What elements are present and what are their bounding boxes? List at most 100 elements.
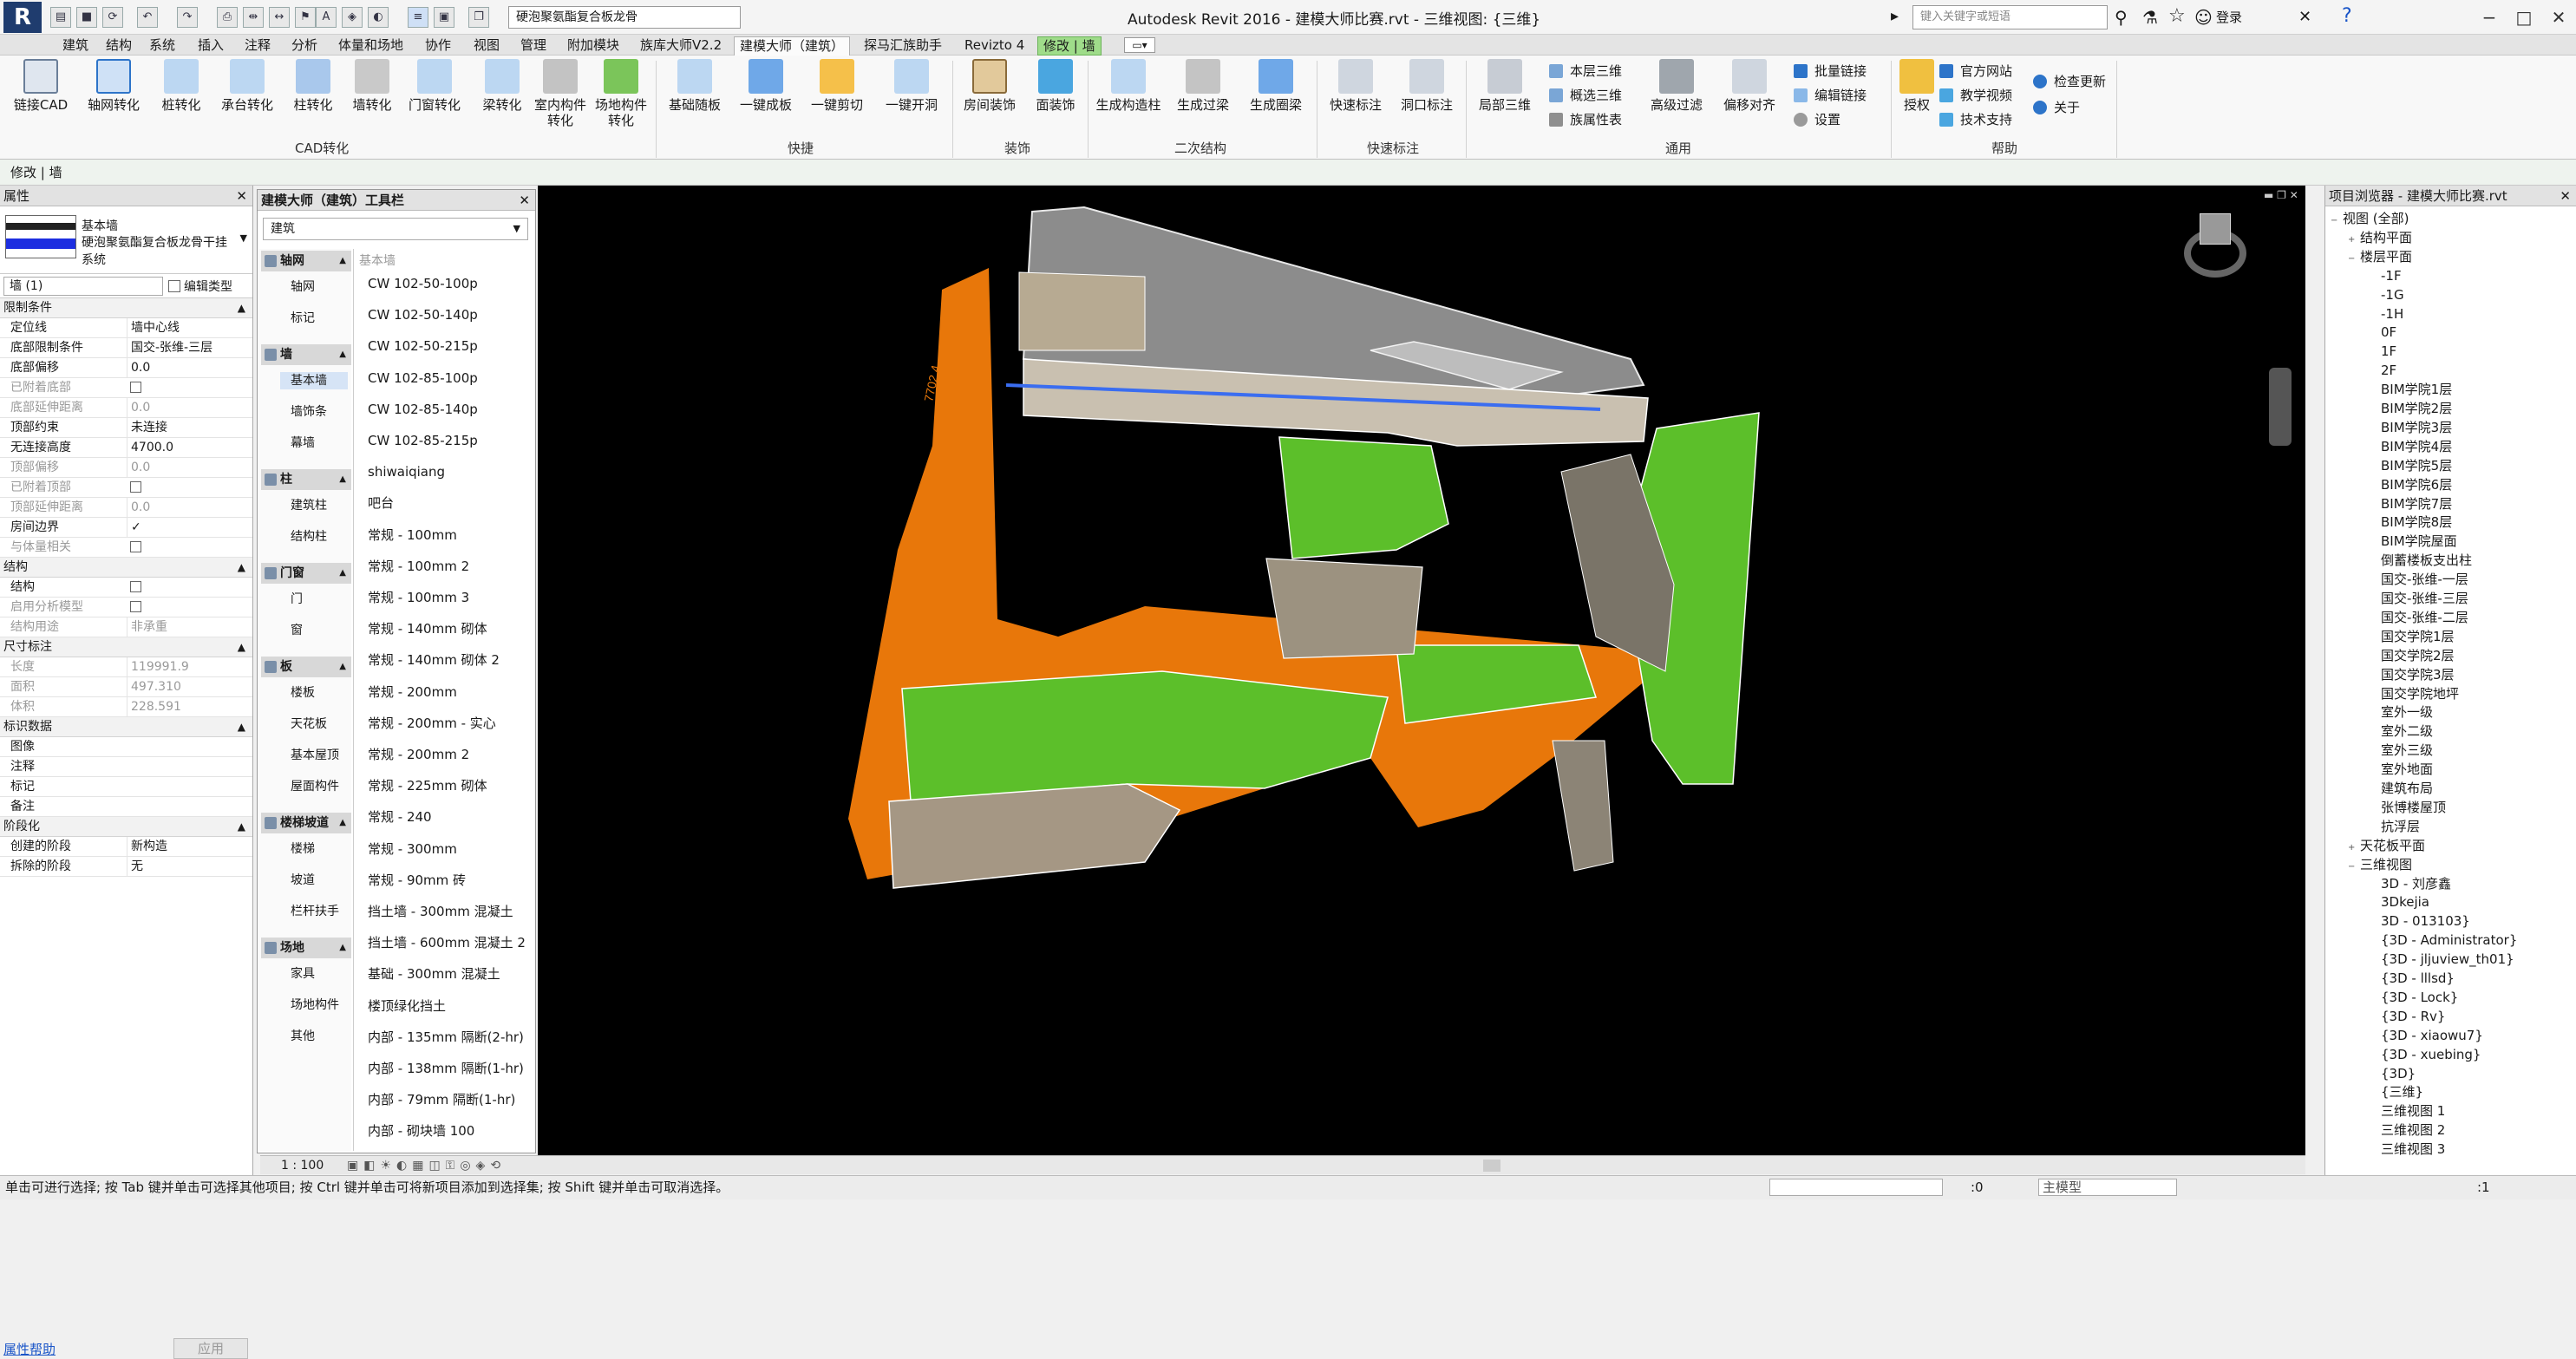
collapse-icon[interactable]: ▲ [339, 938, 346, 958]
checkbox[interactable] [130, 581, 141, 592]
category-item[interactable]: 场地构件 [291, 996, 339, 1014]
wall-type-item[interactable]: CW 102-85-140p [368, 401, 478, 418]
navigation-bar[interactable] [2269, 368, 2292, 446]
browser-item[interactable]: 3Dkejia [2381, 893, 2429, 911]
property-value[interactable]: 未连接 [127, 418, 248, 437]
wall-type-item[interactable]: 常规 - 140mm 砌体 2 [368, 651, 500, 669]
tab-systems[interactable]: 系统 [144, 36, 180, 56]
view-window-controls-icon[interactable]: ▬ ❐ ✕ [2264, 189, 2298, 201]
collapse-icon[interactable]: ▲ [339, 251, 346, 271]
about-button[interactable]: 关于 [2033, 99, 2080, 116]
collapse-icon[interactable]: − [2348, 251, 2357, 268]
undo-icon[interactable]: ↶ [137, 7, 158, 28]
tab-family-library[interactable]: 族库大师V2.2 [635, 36, 727, 56]
browser-item[interactable]: {3D} [2381, 1065, 2416, 1082]
properties-help-link[interactable]: 属性帮助 [3, 1340, 56, 1358]
face-decor-button[interactable]: 面装饰 [1022, 59, 1089, 113]
user-icon[interactable]: ☺ [2194, 7, 2213, 28]
category-item[interactable]: 屋面构件 [291, 778, 339, 795]
wall-type-item[interactable]: CW 102-50-140p [368, 306, 478, 323]
wall-type-item[interactable]: 楼顶绿化挡土 [368, 997, 446, 1015]
wall-type-item[interactable]: 常规 - 100mm 3 [368, 589, 469, 606]
open-icon[interactable]: ▤ [50, 7, 71, 28]
foundation-slab-button[interactable]: 基础随板 [661, 59, 729, 113]
browser-item[interactable]: BIM学院2层 [2381, 400, 2452, 417]
browser-item[interactable]: {3D - Rv} [2381, 1008, 2445, 1025]
search-input[interactable]: 键入关键字或短语 [1912, 5, 2108, 29]
property-group-header[interactable]: 尺寸标注 ▲ [0, 637, 252, 657]
checkbox[interactable] [130, 601, 141, 612]
license-button[interactable]: 授权 [1894, 59, 1939, 113]
wall-type-item[interactable]: 常规 - 200mm 2 [368, 746, 469, 763]
tab-modeling-master[interactable]: 建模大师（建筑） [734, 36, 851, 56]
apply-button[interactable]: 应用 [173, 1338, 248, 1359]
pile-convert-button[interactable]: 桩转化 [147, 59, 215, 113]
collapse-icon[interactable]: ▲ [238, 558, 245, 577]
browser-node-structural-plans[interactable]: + 结构平面 [2348, 229, 2412, 249]
view-control-icons[interactable]: ▣◧☀◐▦◫⚿◎◈⟲ [347, 1156, 506, 1175]
grid-convert-button[interactable]: 轴网转化 [80, 59, 147, 113]
section-icon[interactable]: ◐ [368, 7, 389, 28]
subscription-icon[interactable]: ⚗ [2142, 7, 2158, 28]
3d-viewport[interactable]: 7702.4 ▬ ❐ ✕ [538, 186, 2305, 1155]
close-icon[interactable]: ✕ [2560, 186, 2571, 206]
property-value[interactable]: 新构造 [127, 837, 248, 856]
text-icon[interactable]: A [316, 7, 337, 28]
wall-type-item[interactable]: 常规 - 240 [368, 808, 432, 826]
official-site-button[interactable]: 官方网站 [1939, 62, 2012, 80]
category-item[interactable]: 楼梯 [291, 840, 315, 858]
browser-item[interactable]: BIM学院7层 [2381, 495, 2452, 513]
category-item[interactable]: 基本墙 [280, 372, 348, 389]
collapse-icon[interactable]: − [2348, 859, 2357, 876]
expand-icon[interactable]: + [2348, 840, 2357, 857]
workset-dropdown[interactable] [1769, 1179, 1943, 1196]
category-item[interactable]: 窗 [291, 622, 303, 639]
beam-convert-button[interactable]: 梁转化 [468, 59, 536, 113]
property-group-header[interactable]: 限制条件 ▲ [0, 298, 252, 318]
site-convert-button[interactable]: 场地构件转化 [590, 59, 652, 128]
instance-filter-dropdown[interactable]: 墙 (1) [3, 277, 163, 296]
browser-node-floor-plans[interactable]: − 楼层平面 [2348, 248, 2412, 268]
browser-item[interactable]: BIM学院8层 [2381, 513, 2452, 531]
view-scale[interactable]: 1 : 100 [281, 1156, 324, 1175]
browser-item[interactable]: BIM学院3层 [2381, 419, 2452, 436]
category-item[interactable]: 其他 [291, 1028, 315, 1045]
property-value[interactable]: 国交-张维-三层 [127, 338, 248, 357]
door-window-convert-button[interactable]: 门窗转化 [401, 59, 468, 113]
browser-item[interactable]: 3D - 013103} [2381, 912, 2470, 930]
category-item[interactable]: 结构柱 [291, 528, 327, 546]
browser-item[interactable]: 0F [2381, 323, 2396, 341]
column-convert-button[interactable]: 柱转化 [279, 59, 347, 113]
constructional-column-button[interactable]: 生成构造柱 [1091, 59, 1166, 113]
collapse-icon[interactable]: ▲ [339, 563, 346, 584]
wall-type-item[interactable]: 常规 - 200mm - 实心 [368, 715, 496, 732]
browser-item[interactable]: 国交学院2层 [2381, 647, 2455, 664]
wall-type-item[interactable]: 吧台 [368, 494, 394, 512]
browser-item[interactable]: BIM学院屋面 [2381, 532, 2457, 550]
tab-addins[interactable]: 附加模块 [562, 36, 624, 56]
browser-item[interactable]: 建筑布局 [2381, 780, 2433, 797]
ribbon-toggle-icon[interactable]: ▭▾ [1124, 37, 1155, 53]
category-item[interactable]: 天花板 [291, 715, 327, 733]
browser-item[interactable]: {3D - lllsd} [2381, 970, 2455, 987]
viewcube-icon[interactable] [2200, 213, 2231, 245]
browser-item[interactable]: 国交学院地坪 [2381, 685, 2459, 702]
property-value[interactable]: 无 [127, 857, 248, 876]
maximize-button[interactable]: □ [2507, 4, 2541, 30]
design-option-dropdown[interactable]: 主模型 [2038, 1179, 2177, 1196]
browser-item[interactable]: 倒蓄楼板支出柱 [2381, 552, 2472, 569]
save-icon[interactable]: ■ [76, 7, 97, 28]
batch-link-button[interactable]: 批量链接 [1794, 62, 1867, 80]
browser-item[interactable]: BIM学院4层 [2381, 438, 2452, 455]
wall-type-item[interactable]: CW 102-85-100p [368, 369, 478, 387]
browser-root[interactable]: − 视图 (全部) [2331, 210, 2409, 230]
tab-modify-wall[interactable]: 修改 | 墙 [1037, 36, 1102, 56]
link-cad-button[interactable]: 链接CAD [7, 59, 75, 113]
advanced-filter-button[interactable]: 高级过滤 [1643, 59, 1710, 113]
collapse-icon[interactable]: ▲ [238, 298, 245, 317]
wall-type-item[interactable]: CW 102-50-100p [368, 275, 478, 292]
category-item[interactable]: 轴网 [291, 278, 315, 296]
browser-item[interactable]: 张博楼屋顶 [2381, 799, 2446, 816]
property-value[interactable]: 0.0 [127, 358, 248, 377]
property-value[interactable]: ✓ [127, 518, 248, 537]
